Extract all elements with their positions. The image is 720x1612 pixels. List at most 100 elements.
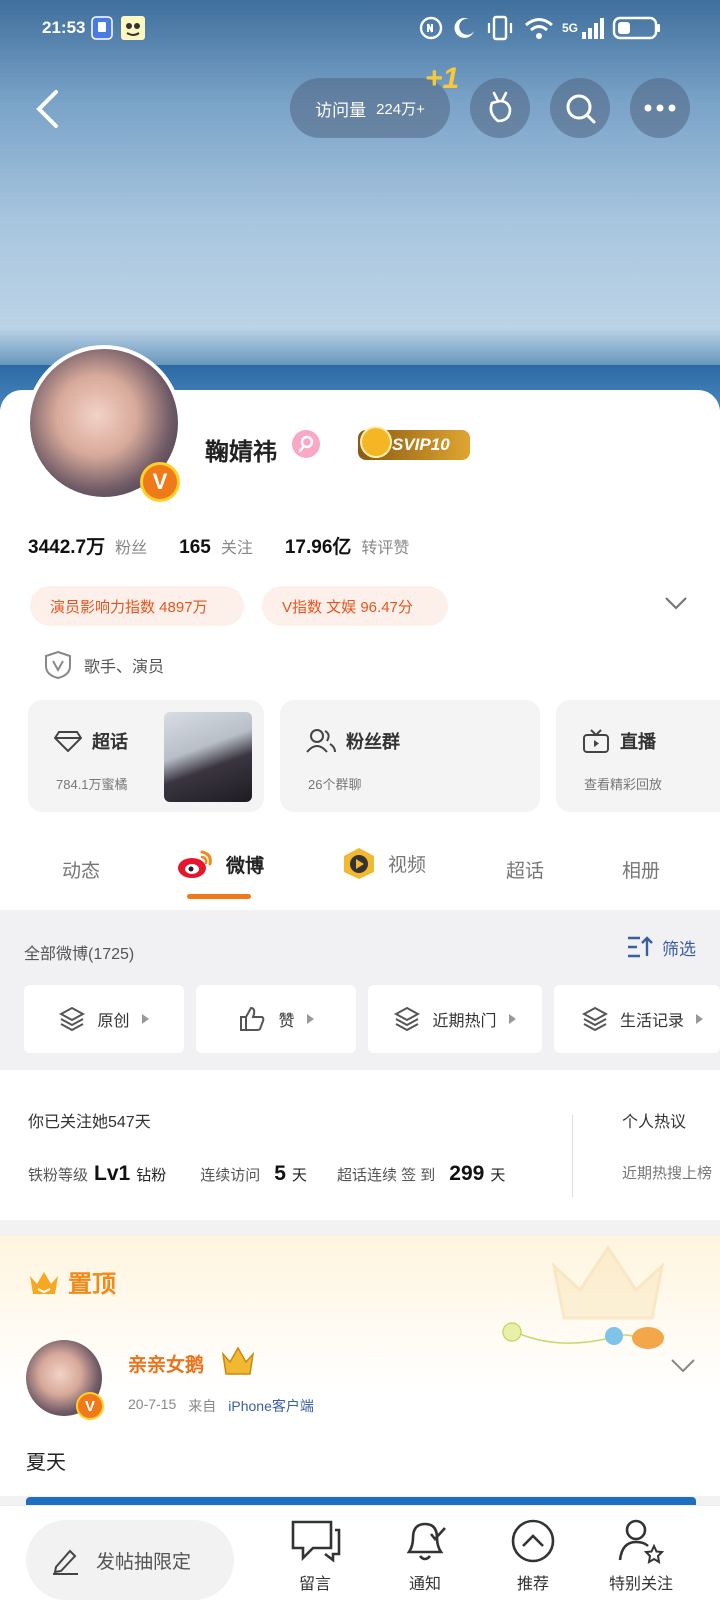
post-media-preview[interactable] (26, 1497, 696, 1505)
active-tab-indicator (187, 894, 251, 899)
checkin-streak-unit: 天 (490, 1167, 506, 1184)
checkin-streak-value: 299 (449, 1162, 485, 1185)
chip-original[interactable]: 原创 (24, 985, 184, 1053)
message-board-label: 留言 (298, 1576, 331, 1593)
more-button[interactable] (630, 78, 690, 138)
tab-super-topic[interactable]: 超话 (506, 856, 544, 883)
live-title-row: 直播 (582, 728, 656, 754)
verified-badge-icon: V (140, 462, 180, 502)
chip-arrow-icon (306, 1014, 314, 1024)
special-follow-label: 特别关注 (608, 1576, 673, 1593)
post-source-link[interactable]: iPhone客户端 (228, 1396, 314, 1416)
special-follow-button[interactable]: 特别关注 (596, 1518, 686, 1594)
search-button[interactable] (550, 78, 610, 138)
tab-video[interactable]: 视频 (340, 846, 426, 880)
chip-liked[interactable]: 赞 (196, 985, 356, 1053)
layers-icon (59, 1006, 86, 1032)
live-subtitle: 查看精彩回放 (584, 777, 663, 792)
radish-button[interactable] (470, 78, 530, 138)
message-board-button[interactable]: 留言 (270, 1518, 360, 1594)
personal-hot-title[interactable]: 个人热议 (622, 1108, 686, 1132)
expand-profile-button[interactable] (664, 596, 688, 615)
post-author-name[interactable]: 亲亲女鹅 (128, 1350, 204, 1377)
radish-icon (489, 91, 512, 123)
chip-original-label: 原创 (97, 1013, 130, 1030)
tv-icon (583, 729, 609, 753)
back-icon (36, 90, 58, 128)
visits-label: 访问量 (315, 100, 367, 120)
recommend-button[interactable]: 推荐 (488, 1518, 578, 1594)
feed-header: 全部微博(1725) 筛选 原创 赞 近期热门 生活记录 (0, 910, 720, 1070)
weibo-logo-icon (178, 850, 212, 878)
chip-arrow-icon (141, 1014, 149, 1024)
nfc-icon (418, 14, 444, 42)
moon-icon (452, 14, 478, 42)
following-count[interactable]: 165 (179, 537, 211, 559)
interactions-label[interactable]: 转评赞 (361, 534, 409, 558)
notify-button[interactable]: 通知 (380, 1518, 470, 1594)
signal-icon (580, 14, 606, 42)
back-button[interactable] (22, 84, 72, 134)
live-title: 直播 (620, 732, 656, 752)
profile-stats: 3442.7万 粉丝 165 关注 17.96亿 转评赞 (28, 532, 441, 559)
pinned-section: 置顶 (0, 1236, 720, 1496)
top-navigation: 访问量 224万+ (0, 78, 720, 138)
post-from-label: 来自 (188, 1398, 217, 1414)
tab-super-topic-label: 超话 (506, 861, 545, 882)
actor-influence-tag[interactable]: 演员影响力指数 4897万 (30, 586, 244, 626)
interactions-count[interactable]: 17.96亿 (285, 532, 352, 559)
thumbs-up-icon (240, 1006, 265, 1031)
verification-info: 歌手、演员 (44, 650, 164, 680)
super-topic-thumbnail (164, 712, 252, 802)
fan-level-suffix: 钻粉 (136, 1167, 167, 1184)
checkin-streak-label: 超话连续 签 到 (336, 1167, 436, 1184)
profile-page: 21:53 5G 访问量 224万+ +1 V 鞠婧祎 SVIP10 3442.… (0, 0, 720, 1612)
post-verified-badge-icon: V (76, 1392, 104, 1420)
fan-group-subtitle: 26个群聊 (308, 777, 362, 792)
status-time: 21:53 (42, 18, 86, 37)
svip-badge[interactable]: SVIP10 (358, 426, 470, 460)
app-notification-icon (90, 14, 114, 42)
super-topic-card[interactable]: 超话 784.1万蜜橘 (28, 700, 264, 812)
post-date: 20-7-15 (128, 1396, 177, 1412)
compose-post-button[interactable]: 发帖抽限定 (26, 1520, 234, 1600)
diamond-icon (54, 731, 82, 752)
verification-text: 歌手、演员 (84, 659, 165, 676)
more-icon (644, 104, 676, 112)
tab-weibo[interactable]: 微博 (176, 846, 264, 882)
member-crown-badge-icon (221, 1346, 255, 1375)
fan-group-title: 粉丝群 (346, 732, 400, 752)
visit-streak-label: 连续访问 (200, 1167, 261, 1184)
post-options-chevron-icon[interactable] (670, 1358, 696, 1374)
filter-icon (628, 936, 653, 958)
profile-name: 鞠婧祎 (205, 439, 277, 466)
follow-duration: 你已关注她547天 (28, 1114, 151, 1131)
tab-dynamic[interactable]: 动态 (62, 856, 100, 883)
female-gender-icon (292, 430, 320, 458)
chip-recent-hot[interactable]: 近期热门 (368, 985, 542, 1053)
tab-album[interactable]: 相册 (622, 856, 660, 883)
fan-group-card[interactable]: 粉丝群 26个群聊 (280, 700, 540, 812)
pinned-title: 置顶 (68, 1271, 116, 1298)
fans-label[interactable]: 粉丝 (115, 534, 147, 558)
fan-level-value: Lv1 (94, 1162, 131, 1185)
filter-button[interactable]: 筛选 (626, 934, 696, 960)
personal-hot-subtitle: 近期热搜上榜 (622, 1165, 713, 1182)
chip-life-record[interactable]: 生活记录 (554, 985, 720, 1053)
pinned-title-row: 置顶 (28, 1264, 116, 1299)
chip-liked-label: 赞 (278, 1013, 295, 1030)
follow-info-panel[interactable]: 你已关注她547天 铁粉等级 Lv1 钻粉 连续访问 5 天 超话连续 签 到 … (0, 1070, 720, 1220)
layers-icon (582, 1006, 608, 1032)
layers-icon (394, 1006, 421, 1032)
crown-icon (30, 1271, 58, 1294)
tab-dynamic-label: 动态 (62, 861, 101, 882)
chip-life-record-label: 生活记录 (620, 1013, 685, 1030)
following-label[interactable]: 关注 (221, 534, 253, 558)
live-card[interactable]: 直播 查看精彩回放 (556, 700, 720, 812)
chip-arrow-icon (696, 1014, 704, 1024)
tab-video-label: 视频 (388, 854, 427, 876)
fans-count[interactable]: 3442.7万 (28, 532, 105, 559)
battery-icon (612, 14, 662, 42)
app-sticker-icon (120, 14, 146, 42)
v-index-tag[interactable]: V指数 文娱 96.47分 (262, 586, 448, 626)
